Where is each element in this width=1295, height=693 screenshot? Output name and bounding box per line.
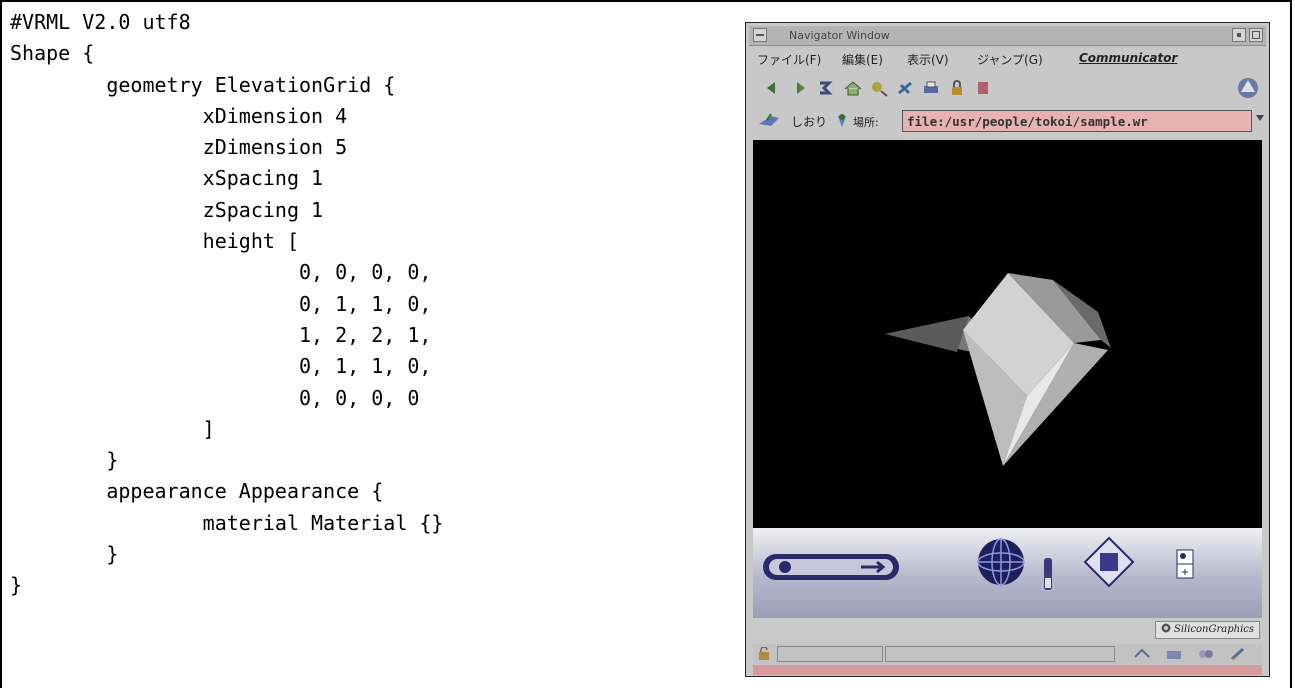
pan-diamond-icon[interactable] xyxy=(1083,536,1135,588)
composer-icon[interactable] xyxy=(1229,647,1247,661)
bookmarks-icon[interactable] xyxy=(757,112,783,130)
minimize-button[interactable] xyxy=(1232,28,1246,42)
view-toggle-icon[interactable] xyxy=(1173,548,1197,584)
sgi-strip: SiliconGraphics xyxy=(753,618,1262,642)
reload-icon[interactable] xyxy=(815,79,835,97)
code-line: 0, 1, 1, 0, xyxy=(10,354,432,379)
code-line: } xyxy=(10,542,119,567)
title-bar[interactable]: Navigator Window xyxy=(749,26,1266,46)
location-label: 場所: xyxy=(853,116,879,129)
walk-slider-icon[interactable] xyxy=(761,548,906,588)
status-text-box xyxy=(885,646,1115,662)
forward-icon[interactable] xyxy=(789,79,809,97)
location-icon[interactable] xyxy=(835,112,849,130)
brand-text: SiliconGraphics xyxy=(1173,624,1254,635)
menu-go[interactable]: ジャンプ(G) xyxy=(977,51,1043,68)
back-icon[interactable] xyxy=(763,79,783,97)
security-status-icon[interactable] xyxy=(757,647,771,661)
code-line: material Material {} xyxy=(10,510,444,535)
menu-view[interactable]: 表示(V) xyxy=(907,51,949,68)
navigator-window: Navigator Window ファイル(F) 編集(E) 表示(V) ジャン… xyxy=(745,22,1270,677)
progress-box xyxy=(777,646,883,662)
security-icon[interactable] xyxy=(947,79,967,97)
guide-icon[interactable] xyxy=(895,79,915,97)
menu-bar: ファイル(F) 編集(E) 表示(V) ジャンプ(G) Communicator xyxy=(749,47,1266,71)
maximize-button[interactable] xyxy=(1249,28,1263,42)
code-line: 0, 0, 0, 0 xyxy=(10,385,420,410)
bottom-accent-bar xyxy=(753,665,1262,675)
discussion-icon[interactable] xyxy=(1197,647,1215,661)
code-line: #VRML V2.0 utf8 xyxy=(10,10,191,34)
code-line: 0, 1, 1, 0, xyxy=(10,291,432,316)
code-line: 0, 0, 0, 0, xyxy=(10,260,432,285)
silicongraphics-logo: SiliconGraphics xyxy=(1154,621,1260,639)
code-line: xSpacing 1 xyxy=(10,166,324,191)
terrain-left-face xyxy=(885,316,969,352)
home-icon[interactable] xyxy=(843,79,863,97)
tilt-slider-icon[interactable] xyxy=(1040,556,1056,592)
toolbar xyxy=(749,73,1266,103)
location-field[interactable]: file:/usr/people/tokoi/sample.wr xyxy=(902,110,1252,132)
code-line: xDimension 4 xyxy=(10,103,348,128)
code-line: geometry ElevationGrid { xyxy=(10,72,396,97)
stop-icon[interactable] xyxy=(973,79,993,97)
cosmo-player-dashboard xyxy=(753,528,1262,618)
component-navigator-icon[interactable] xyxy=(1133,647,1151,661)
location-dropdown-arrow-icon[interactable] xyxy=(1256,115,1264,121)
print-icon[interactable] xyxy=(921,79,941,97)
code-line: zDimension 5 xyxy=(10,135,348,160)
menu-edit[interactable]: 編集(E) xyxy=(842,51,883,68)
code-line: } xyxy=(10,448,119,473)
search-icon[interactable] xyxy=(869,79,889,97)
vrml-code-listing: #VRML V2.0 utf8 Shape { geometry Elevatio… xyxy=(10,7,443,602)
code-line: Shape { xyxy=(10,41,95,66)
elevation-grid-render xyxy=(885,273,1111,466)
code-line: appearance Appearance { xyxy=(10,479,384,504)
mail-icon[interactable] xyxy=(1165,647,1183,661)
rotate-globe-icon[interactable] xyxy=(975,534,1027,588)
vrml-3d-viewport[interactable] xyxy=(753,140,1262,528)
code-line: zSpacing 1 xyxy=(10,197,324,222)
bookmarks-label[interactable]: しおり xyxy=(791,113,827,130)
code-line: } xyxy=(10,573,23,598)
menu-communicator[interactable]: Communicator xyxy=(1079,51,1177,65)
code-line: height [ xyxy=(10,229,299,254)
code-line: ] xyxy=(10,416,215,441)
location-bar: しおり 場所: file:/usr/people/tokoi/sample.wr xyxy=(749,107,1266,135)
netscape-logo-icon[interactable] xyxy=(1235,76,1261,100)
window-menu-button[interactable] xyxy=(753,28,767,42)
code-line: 1, 2, 2, 1, xyxy=(10,322,432,347)
window-title: Navigator Window xyxy=(789,29,890,42)
menu-file[interactable]: ファイル(F) xyxy=(757,51,821,68)
status-bar xyxy=(753,644,1262,664)
sgi-cube-icon xyxy=(1161,623,1171,633)
